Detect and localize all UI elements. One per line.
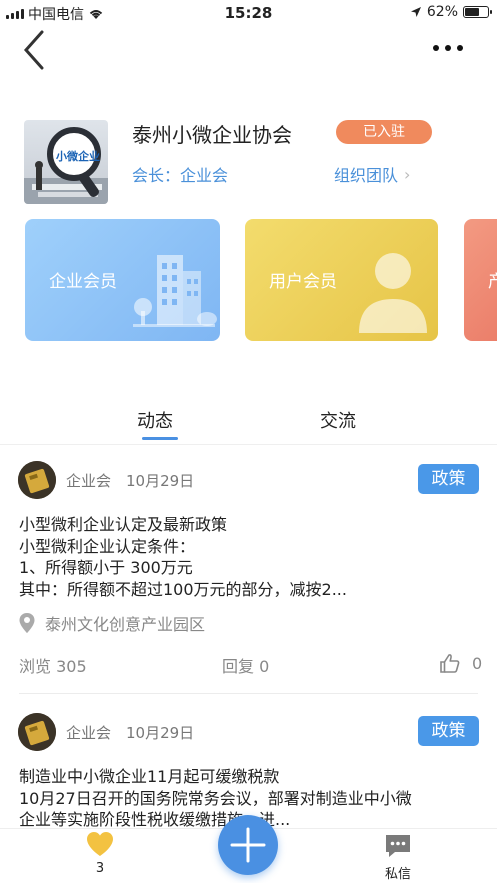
post-date: 10月29日 (126, 724, 195, 742)
post-line: 制造业中小微企业11月起可缓缴税款 (19, 767, 280, 786)
card-enterprise-member[interactable]: 企业会员 (25, 219, 220, 341)
like-button[interactable]: 0 (440, 653, 482, 673)
back-button[interactable] (20, 30, 50, 70)
messages-label: 私信 (384, 867, 411, 882)
create-post-button[interactable] (218, 815, 278, 875)
post-content[interactable]: 小型微利企业认定及最新政策 小型微利企业认定条件： 1、所得额小于 300万元 … (19, 514, 479, 600)
heart-icon (87, 832, 113, 856)
tab-discussion[interactable]: 交流 (320, 407, 356, 433)
location-arrow-icon (410, 7, 421, 17)
reply-button[interactable]: 回复 0 (222, 653, 269, 677)
likes-count: 0 (472, 653, 483, 673)
more-dots-icon (433, 45, 439, 51)
post-category-tag[interactable]: 政策 (418, 464, 479, 494)
chevron-left-icon (23, 30, 44, 70)
org-name: 泰州小微企业协会 (132, 123, 292, 147)
post-location[interactable]: 泰州文化创意产业园区 (19, 611, 205, 635)
plus-icon (230, 827, 266, 863)
org-president[interactable]: 会长：企业会 (132, 162, 228, 186)
post-author: 企业会 (66, 724, 112, 742)
post-author: 企业会 (66, 472, 112, 490)
post-line: 1、所得额小于 300万元 (19, 558, 193, 577)
location-label: 泰州文化创意产业园区 (45, 615, 206, 634)
favorite-count: 3 (95, 861, 105, 876)
status-badge: 已入驻 (336, 120, 432, 144)
card-label: 用户会员 (269, 272, 337, 292)
status-bar: 中国电信 15:28 62% (0, 0, 497, 28)
battery-percent: 62% (426, 4, 458, 20)
magnifier-logo-image: 小微企业 (24, 127, 108, 204)
post-line: 其中：所得额不超过100万元的部分，减按2... (19, 579, 347, 599)
chat-bubble-icon (386, 835, 410, 857)
chevron-right-icon: › (404, 164, 411, 184)
location-pin-icon (19, 613, 35, 633)
content-tabs: 动态 交流 (0, 395, 497, 445)
org-logo: 小微企业 (24, 120, 108, 204)
favorite-button[interactable]: 3 (80, 831, 120, 876)
card-more[interactable]: 产 (464, 219, 497, 341)
post-divider (19, 693, 478, 694)
views-count: 浏览 305 (19, 657, 87, 676)
post-line: 10月27日召开的国务院常务会议，部署对制造业中小微 (19, 788, 412, 808)
card-user-member[interactable]: 用户会员 (245, 219, 438, 341)
post-date: 10月29日 (126, 472, 195, 490)
messages-button[interactable]: 私信 (376, 833, 420, 882)
post-card[interactable]: 企业会 10月29日 政策 小型微利企业认定及最新政策 小型微利企业认定条件： … (0, 461, 497, 697)
avatar[interactable] (18, 461, 56, 499)
post-line: 小型微利企业认定及最新政策 (19, 515, 228, 534)
card-label: 产 (488, 272, 497, 292)
user-icon (359, 253, 427, 333)
logo-text: 小微企业 (55, 149, 100, 163)
team-link[interactable]: 组织团队 › (334, 162, 410, 186)
battery-icon (463, 6, 492, 18)
more-button[interactable] (433, 40, 469, 56)
tab-indicator (142, 437, 178, 440)
card-label: 企业会员 (49, 272, 117, 292)
avatar[interactable] (18, 713, 56, 751)
member-cards: 企业会员 用户会员 产 (0, 219, 497, 369)
tab-feed[interactable]: 动态 (137, 407, 173, 433)
post-stats: 浏览 305 回复 0 0 (0, 653, 497, 677)
post-line: 小型微利企业认定条件： (19, 536, 196, 556)
post-category-tag[interactable]: 政策 (418, 716, 479, 746)
buildings-icon (133, 255, 217, 327)
team-link-label: 组织团队 (334, 166, 399, 185)
thumbs-up-icon (440, 654, 460, 673)
status-right: 62% (410, 4, 492, 20)
